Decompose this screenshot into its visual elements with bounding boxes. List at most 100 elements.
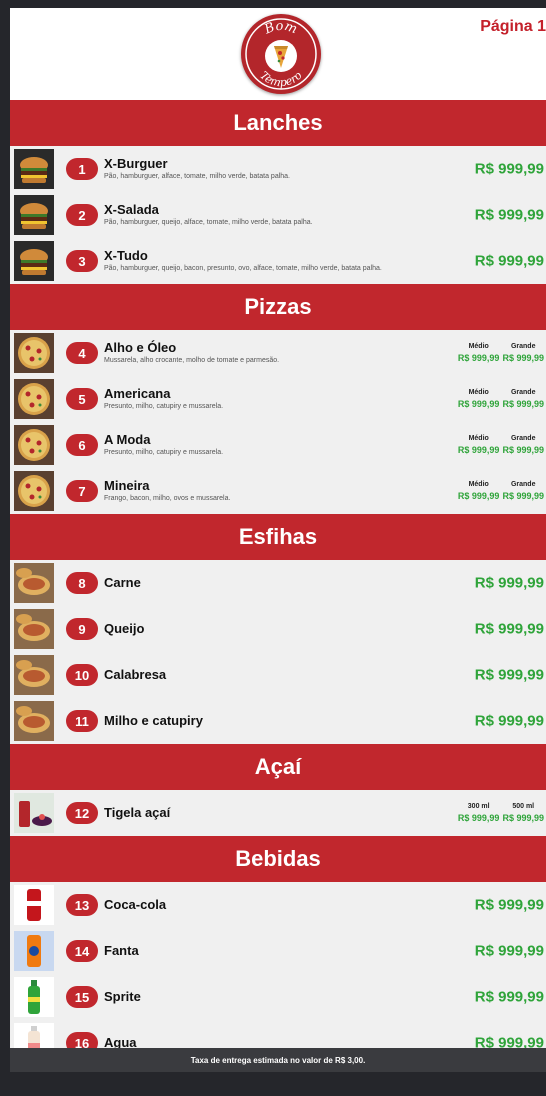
menu-body: Lanches 1 X-Burguer Pão, hamburguer, alface… xyxy=(10,100,546,1066)
item-description: Pão, hamburguer, queijo, bacon, presunto… xyxy=(104,265,382,272)
item-number-badge: 2 xyxy=(66,204,98,226)
item-size-prices: Médio R$ 999,99 Grande R$ 999,99 xyxy=(458,434,544,456)
size-label: Grande xyxy=(510,343,536,350)
item-description: Frango, bacon, milho, ovos e mussarela. xyxy=(104,495,231,502)
coca-cola-can xyxy=(14,885,54,925)
size-price: R$ 999,99 xyxy=(457,399,500,409)
menu-item[interactable]: 13 Coca-cola R$ 999,99 xyxy=(10,882,546,928)
size-label: Médio xyxy=(468,343,489,350)
menu-item[interactable]: 7 Mineira Frango, bacon, milho, ovos e mus… xyxy=(10,468,546,514)
fanta-can xyxy=(14,931,54,971)
item-price: R$ 999,99 xyxy=(474,942,544,960)
size-label: Grande xyxy=(510,481,536,488)
acai-photo xyxy=(14,793,54,833)
pizza-photo xyxy=(14,379,54,419)
size-price: R$ 999,99 xyxy=(502,399,544,409)
esfiha-photo xyxy=(14,609,54,649)
item-name: Tigela açaí xyxy=(104,805,171,820)
size-price: R$ 999,99 xyxy=(457,445,500,455)
item-number-badge: 6 xyxy=(66,434,98,456)
item-name: Sprite xyxy=(104,989,141,1004)
size-price: R$ 999,99 xyxy=(502,491,544,501)
item-price: R$ 999,99 xyxy=(474,896,544,914)
size-price: R$ 999,99 xyxy=(502,813,544,823)
menu-item[interactable]: 14 Fanta R$ 999,99 xyxy=(10,928,546,974)
item-number-badge: 1 xyxy=(66,158,98,180)
item-number-badge: 10 xyxy=(66,664,98,686)
menu-item[interactable]: 8 Carne R$ 999,99 xyxy=(10,560,546,606)
item-number-badge: 7 xyxy=(66,480,98,502)
item-name: Fanta xyxy=(104,943,139,958)
menu-item[interactable]: 11 Milho e catupiry R$ 999,99 xyxy=(10,698,546,744)
item-description: Presunto, milho, catupiry e mussarela. xyxy=(104,403,224,410)
burger-photo xyxy=(14,241,54,281)
size-label: Grande xyxy=(510,435,536,442)
size-price: R$ 999,99 xyxy=(457,353,500,363)
item-size-prices: Médio R$ 999,99 Grande R$ 999,99 xyxy=(458,480,544,502)
item-price: R$ 999,99 xyxy=(474,988,544,1006)
pizza-photo xyxy=(14,425,54,465)
esfiha-photo xyxy=(14,701,54,741)
sprite-bottle xyxy=(14,977,54,1017)
size-label: 500 ml xyxy=(512,803,535,810)
item-number-badge: 3 xyxy=(66,250,98,272)
item-name: Alho e Óleo xyxy=(104,340,177,355)
item-number-badge: 8 xyxy=(66,572,98,594)
menu-item[interactable]: 10 Calabresa R$ 999,99 xyxy=(10,652,546,698)
item-name: X-Burguer xyxy=(104,156,168,171)
delivery-fee-footer: Taxa de entrega estimada no valor de R$ … xyxy=(10,1048,546,1072)
item-price: R$ 999,99 xyxy=(474,206,544,224)
size-price: R$ 999,99 xyxy=(457,813,500,823)
item-name: Coca-cola xyxy=(104,897,167,912)
item-description: Presunto, milho, catupiry e mussarela. xyxy=(104,449,224,456)
size-price: R$ 999,99 xyxy=(502,445,544,455)
item-name: Queijo xyxy=(104,621,145,636)
item-name: Carne xyxy=(104,575,141,590)
svg-text:Bom: Bom xyxy=(262,19,299,38)
menu-item[interactable]: 5 Americana Presunto, milho, catupiry e mu… xyxy=(10,376,546,422)
size-label: 300 ml xyxy=(467,803,490,810)
esfiha-photo xyxy=(14,563,54,603)
item-price: R$ 999,99 xyxy=(474,712,544,730)
item-description: Pão, hamburguer, alface, tomate, milho v… xyxy=(104,173,291,180)
item-name: A Moda xyxy=(104,432,151,447)
menu-item[interactable]: 9 Queijo R$ 999,99 xyxy=(10,606,546,652)
item-name: Americana xyxy=(104,386,171,401)
pizza-photo xyxy=(14,471,54,511)
size-label: Médio xyxy=(468,435,489,442)
menu-item[interactable]: 2 X-Salada Pão, hamburguer, queijo, alface… xyxy=(10,192,546,238)
item-number-badge: 11 xyxy=(66,710,98,732)
size-price: R$ 999,99 xyxy=(457,491,500,501)
item-number-badge: 4 xyxy=(66,342,98,364)
item-number-badge: 5 xyxy=(66,388,98,410)
bom-tempero-logo: Bom Tempero xyxy=(241,14,321,94)
item-name: X-Salada xyxy=(104,202,159,217)
item-name: Milho e catupiry xyxy=(104,713,203,728)
section-header-esfihas: Esfihas xyxy=(10,514,546,560)
item-name: Mineira xyxy=(104,478,150,493)
item-price: R$ 999,99 xyxy=(474,666,544,684)
menu-item[interactable]: 4 Alho e Óleo Mussarela, alho crocante, mo… xyxy=(10,330,546,376)
item-price: R$ 999,99 xyxy=(474,252,544,270)
menu-header: Bom Tempero Página 1 xyxy=(10,8,546,100)
item-description: Mussarela, alho crocante, molho de tomat… xyxy=(104,357,280,364)
burger-photo xyxy=(14,149,54,189)
menu-item[interactable]: 1 X-Burguer Pão, hamburguer, alface, tomat… xyxy=(10,146,546,192)
menu-item[interactable]: 15 Sprite R$ 999,99 xyxy=(10,974,546,1020)
item-number-badge: 13 xyxy=(66,894,98,916)
esfiha-photo xyxy=(14,655,54,695)
menu-item[interactable]: 3 X-Tudo Pão, hamburguer, queijo, bacon, p… xyxy=(10,238,546,284)
item-name: X-Tudo xyxy=(104,248,148,263)
menu-item[interactable]: 6 A Moda Presunto, milho, catupiry e mussa… xyxy=(10,422,546,468)
size-label: Grande xyxy=(510,389,536,396)
item-size-prices: 300 ml R$ 999,99 500 ml R$ 999,99 xyxy=(458,802,544,824)
burger-photo xyxy=(14,195,54,235)
item-number-badge: 14 xyxy=(66,940,98,962)
item-price: R$ 999,99 xyxy=(474,574,544,592)
menu-item[interactable]: 12 Tigela açaí 300 ml R$ 999,99 500 ml R$ 999… xyxy=(10,790,546,836)
item-price: R$ 999,99 xyxy=(474,620,544,638)
size-price: R$ 999,99 xyxy=(502,353,544,363)
page-number-label: Página 1 xyxy=(480,18,546,35)
size-label: Médio xyxy=(468,481,489,488)
section-header-pizzas: Pizzas xyxy=(10,284,546,330)
